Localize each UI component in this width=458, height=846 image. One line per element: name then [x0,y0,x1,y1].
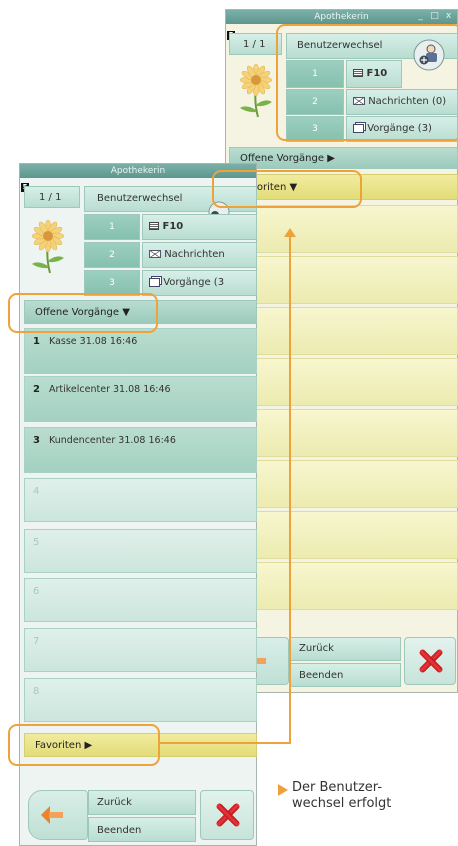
user-switch-icon [413,39,445,71]
back-arrow-icon [41,806,63,824]
messages-button[interactable]: Nachrichten (0) [346,89,458,115]
quick-3-number[interactable]: 3 [84,270,140,296]
window-title: Apothekerin [314,12,369,22]
open-process-number: 2 [33,384,40,395]
open-process-row[interactable]: 4 [24,478,257,522]
messages-button[interactable]: Nachrichten [142,242,257,268]
close-button[interactable]: x [443,11,454,22]
back-label-button[interactable]: Zurück [88,790,196,815]
menu-icon [149,222,159,230]
title-bar[interactable]: Apothekerin [20,164,256,178]
open-process-row[interactable]: 6 [24,578,257,622]
favorite-slot[interactable]: 6 [229,460,458,508]
caret-right-icon: ▶ [84,740,93,751]
open-process-number: 6 [33,586,40,597]
favorite-slot[interactable]: 8 [229,562,458,610]
favorite-slot[interactable]: 1 [229,205,458,253]
sunflower-logo [31,219,65,274]
open-process-number: 8 [33,686,40,697]
open-process-label: Artikelcenter 31.08 16:46 [49,384,171,395]
menu-icon [353,69,363,77]
favorite-slot[interactable]: 3 [229,307,458,355]
user-switch-label: Benutzerwechsel [297,40,383,51]
minimize-button[interactable]: _ [415,11,426,22]
exit-button[interactable] [404,637,456,685]
caret-right-icon: ▶ [327,153,335,164]
window-title: Apothekerin [110,166,166,176]
connector-arrow-icon [284,228,296,237]
stack-icon [149,277,160,287]
processes-button[interactable]: Vorgänge (3) [346,116,458,142]
quick-2-number[interactable]: 2 [286,89,344,115]
open-processes-toggle[interactable]: Offene Vorgänge ▼ [24,300,257,324]
page-indicator: 1 / 1 [229,33,282,55]
open-process-number: 4 [33,486,40,497]
processes-button[interactable]: Vorgänge (3 [142,270,257,296]
page-indicator: 1 / 1 [24,186,80,208]
sunflower-logo [239,63,273,118]
open-process-row[interactable]: 2 Artikelcenter 31.08 16:46 [24,376,257,422]
open-process-row[interactable]: 7 [24,628,257,672]
connector-line-horizontal [160,742,291,744]
open-processes-toggle[interactable]: Offene Vorgänge ▶ [229,147,458,169]
favorite-slot[interactable]: 2 [229,256,458,304]
open-process-number: 5 [33,537,40,548]
open-process-row[interactable]: 3 Kundencenter 31.08 16:46 [24,427,257,473]
maximize-button[interactable]: □ [429,11,440,22]
close-x-icon [417,648,443,674]
title-bar[interactable]: Apothekerin _ □ x [226,10,457,24]
close-x-icon [214,802,240,828]
favorite-slot[interactable]: 5 [229,409,458,457]
favorites-toggle[interactable]: Favoriten ▼ [229,174,458,200]
f10-button[interactable]: F10 [142,214,257,240]
connector-line-vertical [289,237,291,744]
caret-down-icon: ▼ [122,307,130,318]
exit-label-button[interactable]: Beenden [88,817,196,842]
open-process-label: Kundencenter 31.08 16:46 [49,435,176,446]
user-switch-label: Benutzerwechsel [97,193,183,204]
open-process-number: 7 [33,636,40,647]
open-process-row[interactable]: 1 Kasse 31.08 16:46 [24,328,257,374]
open-process-number: 1 [33,336,40,347]
favorite-slot[interactable]: 7 [229,511,458,559]
user-switch-button[interactable]: Benutzerwechsel [84,186,257,212]
favorites-toggle[interactable]: Favoriten ▶ [24,733,257,757]
favorite-slot[interactable]: 4 [229,358,458,406]
caret-down-icon: ▼ [289,182,298,193]
back-label-button[interactable]: Zurück [290,637,401,661]
f10-button[interactable]: F10 [346,60,402,88]
stack-icon [353,123,364,133]
quick-3-number[interactable]: 3 [286,116,344,142]
open-process-row[interactable]: 8 [24,678,257,722]
envelope-icon [353,97,365,105]
open-process-label: Kasse 31.08 16:46 [49,336,138,347]
quick-1-number[interactable]: 1 [84,214,140,240]
caption-arrow-icon [278,784,288,796]
open-process-number: 3 [33,435,40,446]
caption: Der Benutzer- wechsel erfolgt [292,780,392,811]
quick-1-number[interactable]: 1 [286,60,344,88]
envelope-icon [149,250,161,258]
open-process-row[interactable]: 5 [24,529,257,573]
back-button[interactable] [28,790,88,840]
exit-label-button[interactable]: Beenden [290,663,401,687]
quick-2-number[interactable]: 2 [84,242,140,268]
exit-button[interactable] [200,790,254,840]
